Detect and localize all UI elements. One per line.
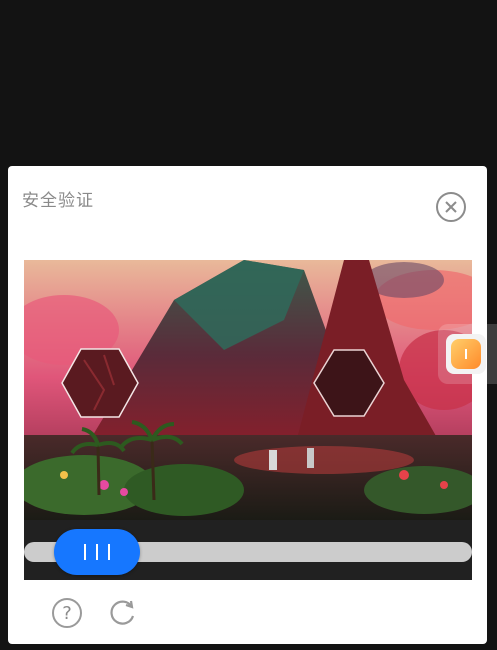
help-button[interactable]: ? (52, 598, 82, 628)
captcha-image (24, 260, 472, 520)
help-icon: ? (62, 602, 72, 624)
close-button[interactable] (436, 192, 466, 222)
assistive-touch-icon (465, 349, 467, 359)
assistive-touch-button[interactable] (438, 324, 497, 384)
slider-bar (24, 520, 472, 580)
refresh-button[interactable] (108, 598, 138, 628)
refresh-icon (110, 600, 135, 625)
close-icon (445, 201, 457, 213)
dialog-title: 安全验证 (22, 191, 94, 211)
grip-icon (108, 544, 110, 560)
captcha-dialog: 安全验证 ? (8, 166, 487, 644)
grip-icon (96, 544, 98, 560)
grip-icon (84, 544, 86, 560)
slider-handle[interactable] (54, 529, 140, 575)
